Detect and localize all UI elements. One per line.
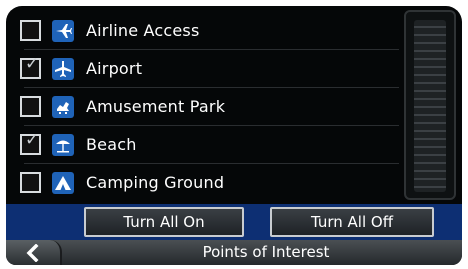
list-item-airline-access[interactable]: Airline Access (16, 12, 394, 49)
list-item-label: Camping Ground (86, 173, 225, 192)
checkbox-airline-access[interactable] (20, 20, 41, 41)
checkmark-icon: ✓ (25, 130, 40, 150)
scrollbar[interactable] (404, 10, 456, 200)
checkbox-amusement-park[interactable] (20, 96, 41, 117)
button-bar: Turn All On Turn All Off (6, 204, 462, 240)
turn-all-on-button[interactable]: Turn All On (84, 207, 244, 237)
device-frame: Airline Access ✓ Airport Amusement Park … (0, 0, 468, 269)
checkbox-camping-ground[interactable] (20, 172, 41, 193)
back-button[interactable] (6, 240, 62, 265)
airline-access-icon (52, 19, 74, 42)
beach-icon (52, 133, 74, 156)
chevron-left-icon (26, 243, 39, 262)
checkbox-beach[interactable]: ✓ (20, 130, 41, 155)
poi-list: Airline Access ✓ Airport Amusement Park … (16, 12, 399, 201)
list-item-beach[interactable]: ✓ Beach (16, 126, 394, 163)
list-item-label: Amusement Park (86, 97, 226, 116)
checkmark-icon: ✓ (25, 54, 40, 74)
list-item-label: Beach (86, 135, 137, 154)
airport-icon (52, 57, 74, 80)
list-item-camping-ground[interactable]: Camping Ground (16, 164, 394, 201)
checkbox-airport[interactable]: ✓ (20, 54, 41, 79)
list-item-label: Airline Access (86, 21, 200, 40)
list-item-label: Airport (86, 59, 143, 78)
list-item-amusement-park[interactable]: Amusement Park (16, 88, 394, 125)
title-bar: Points of Interest (6, 240, 462, 265)
page-title: Points of Interest (202, 243, 330, 261)
camping-ground-icon (52, 171, 74, 194)
list-item-airport[interactable]: ✓ Airport (16, 50, 394, 87)
turn-all-off-button[interactable]: Turn All Off (270, 207, 434, 237)
amusement-park-icon (52, 95, 74, 118)
screen: Airline Access ✓ Airport Amusement Park … (6, 6, 462, 265)
scrollbar-track[interactable] (414, 20, 446, 192)
